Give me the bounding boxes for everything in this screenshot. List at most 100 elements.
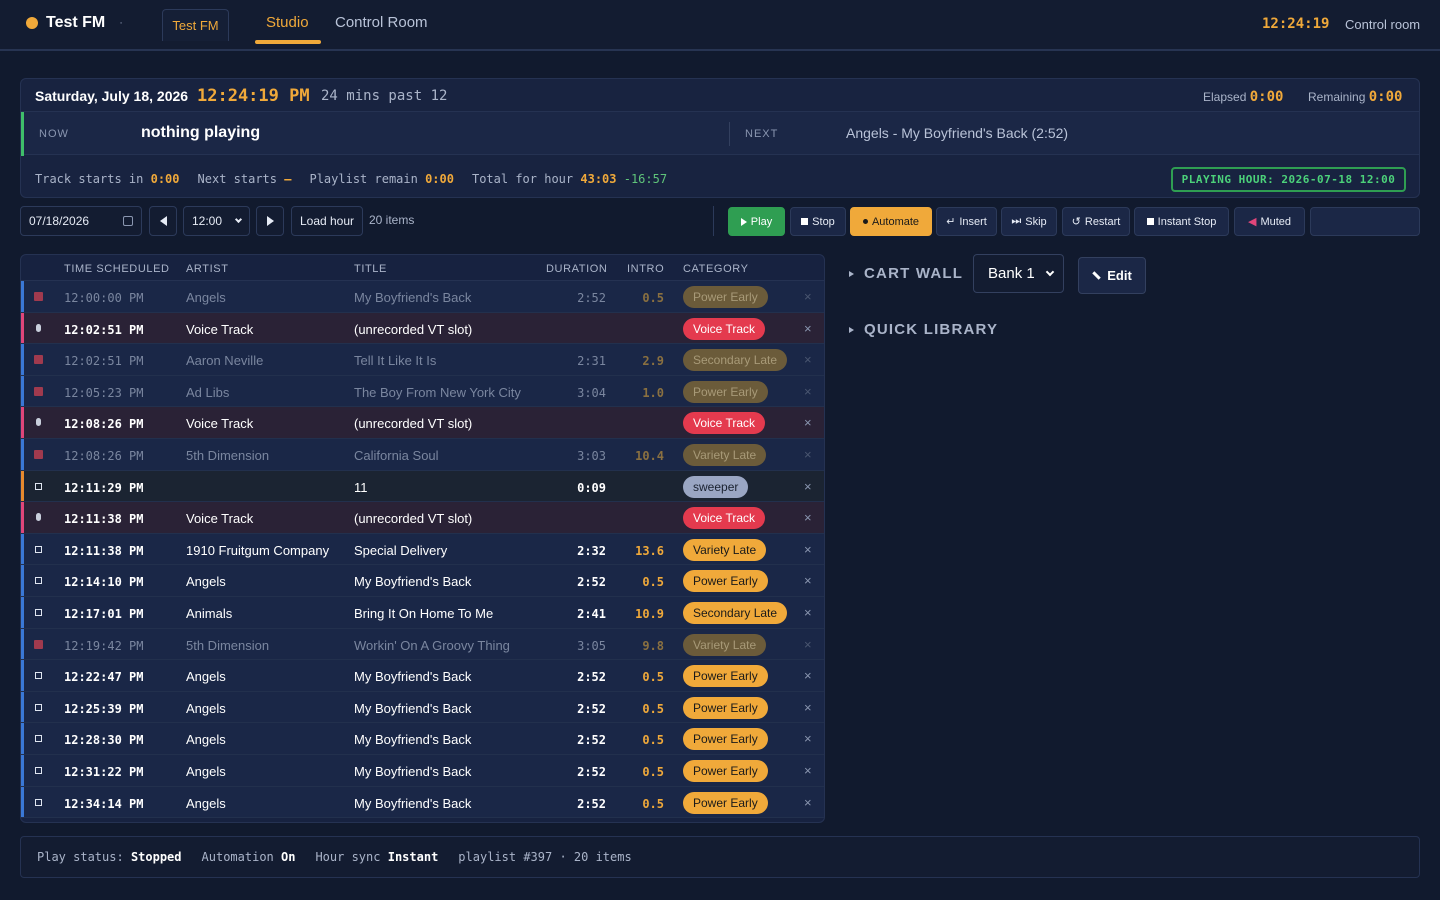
row-time: 12:02:51 PM: [64, 322, 144, 337]
remove-row-icon[interactable]: ×: [804, 542, 812, 557]
table-row[interactable]: 12:11:38 PM 1910 Fruitgum Company Special …: [21, 533, 824, 566]
remove-row-icon[interactable]: ×: [804, 700, 812, 715]
next-starts-value: –: [284, 172, 292, 186]
row-duration: 2:52: [577, 733, 606, 748]
row-artist: Angels: [186, 795, 226, 811]
queued-square-icon: [35, 735, 42, 743]
remove-row-icon[interactable]: ×: [804, 415, 812, 430]
header-intro[interactable]: INTRO: [627, 263, 664, 275]
row-time: 12:11:38 PM: [64, 543, 144, 558]
cart-wall-toggle[interactable]: CART WALL: [849, 265, 963, 282]
automate-dot-icon: [862, 219, 868, 224]
row-intro: 10.4: [635, 448, 664, 463]
quick-library-toggle[interactable]: QUICK LIBRARY: [849, 321, 998, 338]
row-intro: 0.5: [642, 764, 664, 779]
table-row[interactable]: 12:31:22 PM Angels My Boyfriend's Back 2:52…: [21, 754, 824, 787]
category-badge: Power Early: [683, 286, 768, 308]
previous-hour-button[interactable]: [149, 206, 177, 236]
hour-select[interactable]: 12:00: [183, 206, 250, 236]
play-button[interactable]: Play: [728, 207, 785, 236]
remove-row-icon[interactable]: ×: [804, 668, 812, 683]
table-row[interactable]: 12:00:00 PM Angels My Boyfriend's Back 2:52…: [21, 281, 824, 313]
chevron-right-icon: [266, 216, 274, 226]
station-tab[interactable]: Test FM: [162, 9, 229, 41]
tab-control-room[interactable]: Control Room: [335, 14, 428, 31]
header-category[interactable]: CATEGORY: [683, 263, 749, 275]
table-row[interactable]: 12:19:42 PM 5th Dimension Workin' On A Gro…: [21, 628, 824, 661]
remove-row-icon[interactable]: ×: [804, 384, 812, 399]
edit-cart-button[interactable]: Edit: [1078, 257, 1146, 294]
next-hour-button[interactable]: [256, 206, 284, 236]
next-starts-label: Next starts: [197, 172, 277, 186]
table-row[interactable]: 12:08:26 PM 5th Dimension California Soul 3…: [21, 438, 824, 471]
remove-row-icon[interactable]: ×: [804, 573, 812, 588]
header-artist[interactable]: ARTIST: [186, 263, 229, 275]
remove-row-icon[interactable]: ×: [804, 447, 812, 462]
table-row[interactable]: 12:17:01 PM Animals Bring It On Home To Me…: [21, 596, 824, 629]
brand-name: Test FM: [46, 14, 106, 31]
remove-row-icon[interactable]: ×: [804, 321, 812, 336]
date-input[interactable]: 07/18/2026: [20, 206, 142, 236]
play-icon: [740, 217, 747, 226]
remove-row-icon[interactable]: ×: [804, 479, 812, 494]
remove-row-icon[interactable]: ×: [804, 605, 812, 620]
table-row[interactable]: 12:11:38 PM Voice Track (unrecorded VT slo…: [21, 502, 824, 534]
row-time: 12:08:26 PM: [64, 448, 144, 463]
time-past-hour: 24 mins past 12: [321, 88, 448, 104]
remove-row-icon[interactable]: ×: [804, 637, 812, 652]
queued-square-icon: [35, 672, 42, 680]
table-row[interactable]: 12:28:30 PM Angels My Boyfriend's Back 2:52…: [21, 723, 824, 755]
table-row[interactable]: 12:14:10 PM Angels My Boyfriend's Back 2:52…: [21, 565, 824, 597]
insert-button[interactable]: ↵ Insert: [936, 207, 997, 236]
tab-studio[interactable]: Studio: [266, 14, 309, 31]
category-badge: Power Early: [683, 380, 768, 403]
insert-icon: ↵: [946, 216, 956, 228]
play-status-label: Play status:: [37, 850, 124, 864]
remove-row-icon[interactable]: ×: [804, 731, 812, 746]
track-starts: Track starts in 0:00: [35, 172, 180, 186]
table-row[interactable]: 12:25:39 PM Angels My Boyfriend's Back 2:52…: [21, 691, 824, 724]
row-type-bar: [21, 723, 24, 754]
remove-row-icon[interactable]: ×: [804, 763, 812, 778]
row-artist: Voice Track: [186, 321, 254, 337]
header-time[interactable]: TIME SCHEDULED: [64, 263, 170, 275]
automate-button[interactable]: Automate: [850, 207, 932, 236]
skip-button[interactable]: ⏭ Skip: [1001, 207, 1057, 236]
top-mode-label: Control room: [1345, 17, 1421, 32]
instant-stop-button[interactable]: Instant Stop: [1134, 207, 1229, 236]
remove-row-icon[interactable]: ×: [804, 289, 812, 304]
table-row[interactable]: 12:02:51 PM Aaron Neville Tell It Like It …: [21, 344, 824, 376]
restart-button[interactable]: ↺ Restart: [1062, 207, 1130, 236]
now-accent-bar: [21, 112, 24, 156]
row-intro: 13.6: [635, 543, 664, 558]
table-row[interactable]: 12:34:14 PM Angels My Boyfriend's Back 2:52…: [21, 786, 824, 819]
row-title: California Soul: [354, 447, 439, 463]
table-row[interactable]: 12:02:51 PM Voice Track (unrecorded VT slo…: [21, 312, 824, 345]
date-value: 07/18/2026: [29, 214, 90, 228]
brand[interactable]: Test FM ·: [26, 14, 123, 32]
stop-button[interactable]: Stop: [790, 207, 846, 236]
category-badge: Variety Late: [683, 538, 767, 561]
top-bar: Test FM · Test FM Studio Control Room 12…: [0, 0, 1440, 51]
remove-row-icon[interactable]: ×: [804, 352, 812, 367]
bank-select[interactable]: Bank 1: [973, 254, 1064, 293]
table-row[interactable]: 12:05:23 PM Ad Libs The Boy From New York …: [21, 375, 824, 408]
remove-row-icon[interactable]: ×: [804, 510, 812, 525]
total-hour-value: 43:03: [580, 172, 617, 186]
calendar-icon[interactable]: [123, 216, 133, 226]
row-artist: Voice Track: [186, 511, 254, 527]
table-row[interactable]: 12:11:29 PM 11 0:09 sweeper ×: [21, 470, 824, 503]
load-hour-button[interactable]: Load hour: [291, 206, 363, 236]
queued-square-icon: [35, 703, 42, 711]
mute-button[interactable]: ◀ Muted: [1234, 207, 1305, 236]
volume-slot[interactable]: [1310, 207, 1420, 236]
table-row[interactable]: 12:22:47 PM Angels My Boyfriend's Back 2:52…: [21, 660, 824, 692]
restart-icon: ↺: [1071, 216, 1081, 228]
header-duration[interactable]: DURATION: [546, 263, 607, 275]
row-artist: Aaron Neville: [186, 353, 264, 369]
header-title[interactable]: TITLE: [354, 263, 387, 275]
row-time: 12:08:26 PM: [64, 417, 144, 432]
remove-row-icon[interactable]: ×: [804, 795, 812, 810]
table-row[interactable]: 12:08:26 PM Voice Track (unrecorded VT slo…: [21, 407, 824, 439]
pencil-icon: [1092, 271, 1101, 280]
